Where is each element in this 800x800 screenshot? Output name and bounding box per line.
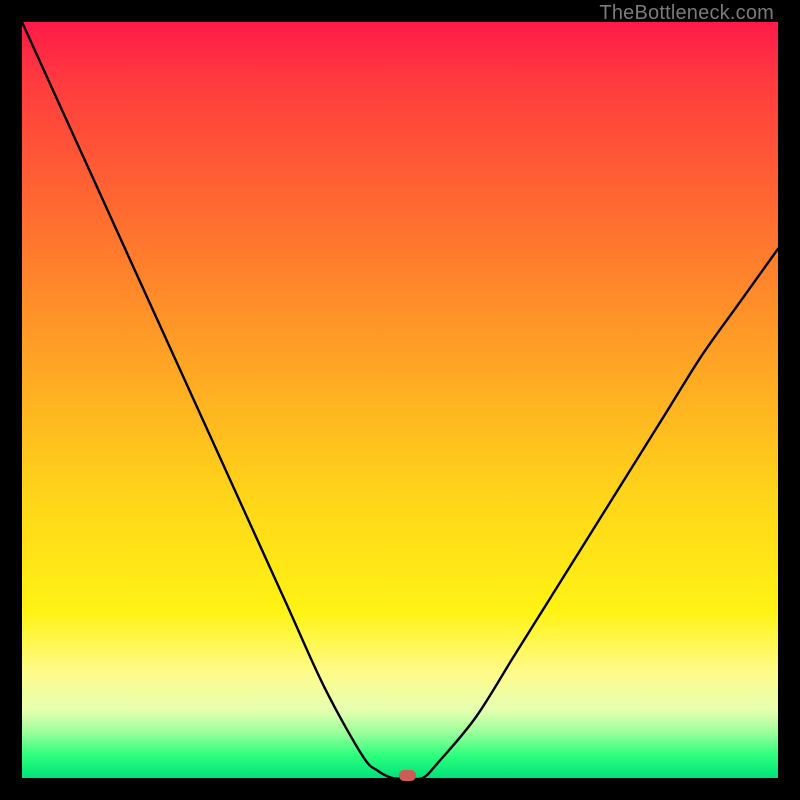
- chart-frame: TheBottleneck.com: [0, 0, 800, 800]
- optimum-marker: [399, 770, 416, 781]
- bottleneck-curve: [22, 22, 778, 778]
- curve-path: [22, 22, 778, 779]
- plot-area: [22, 22, 778, 778]
